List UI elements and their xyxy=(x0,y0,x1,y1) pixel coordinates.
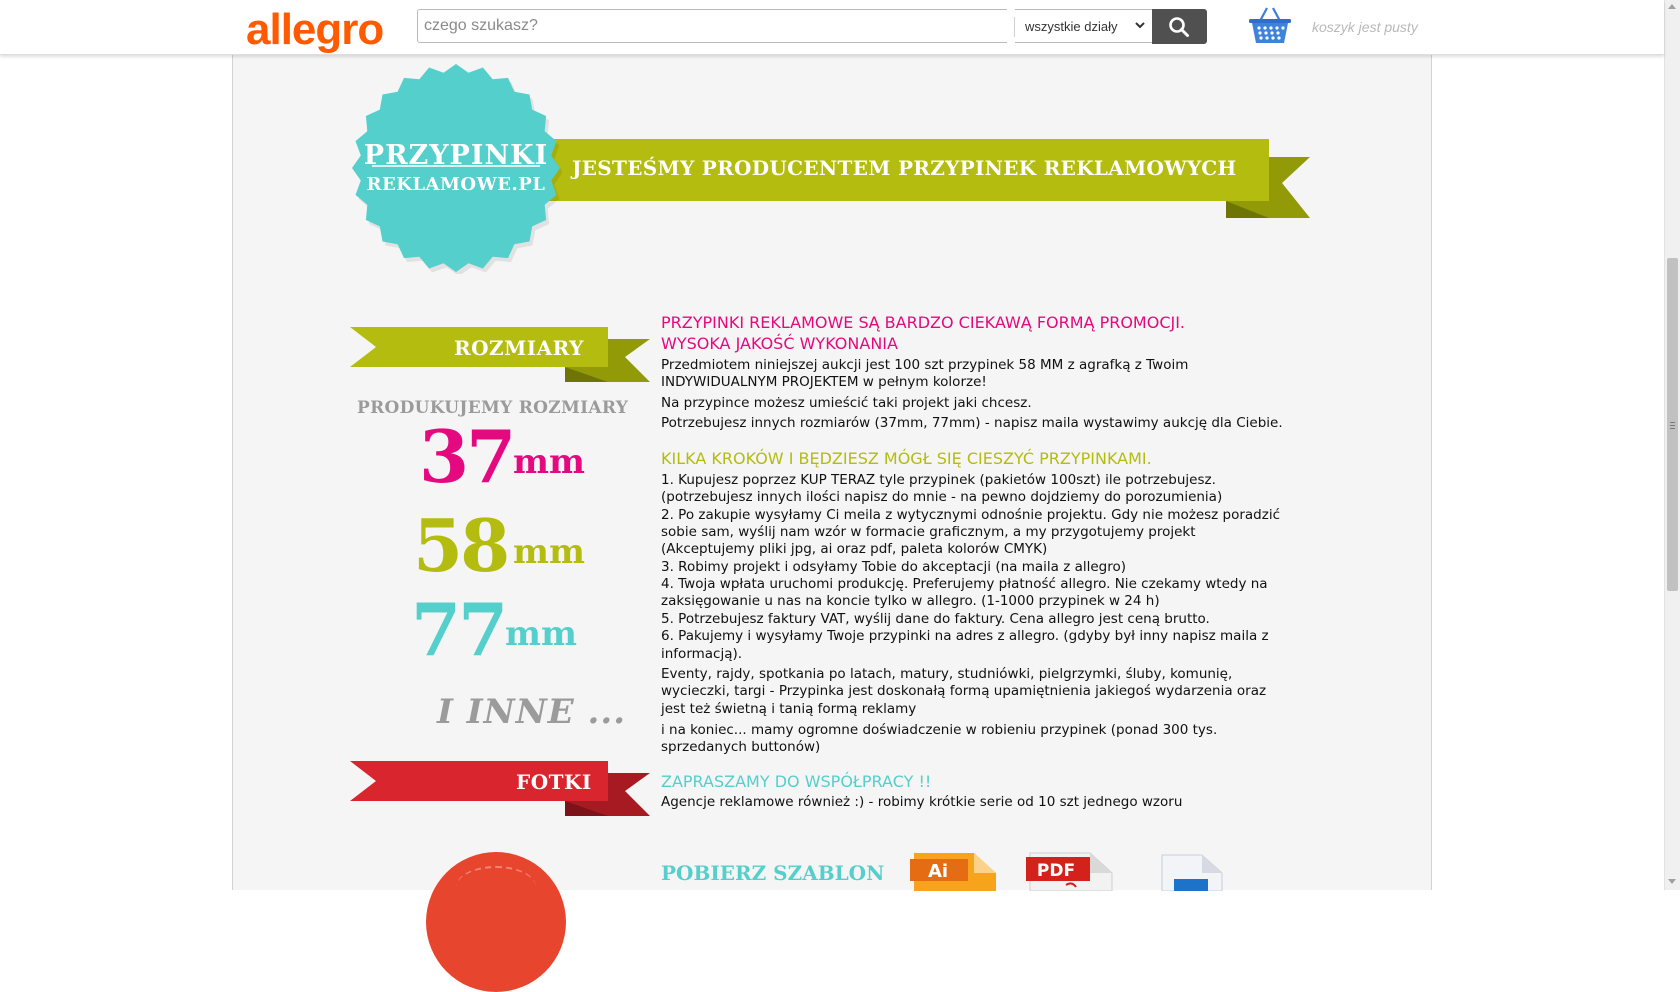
step-line: (potrzebujesz innych ilości napisz do mn… xyxy=(661,489,1223,505)
size-value-77: 77 xyxy=(411,587,508,672)
step-line: 4. Twoja wpłata uruchomi produkcję. Pref… xyxy=(661,576,1268,592)
experience-line: i na koniec... mamy ogromne doświadczeni… xyxy=(661,722,1218,738)
banner-slogan: JESTEŚMY PRODUCENTEM PRZYPINEK REKLAMOWY… xyxy=(572,156,1237,180)
scroll-up-arrow-icon[interactable] xyxy=(1668,4,1676,9)
seal-subtitle: REKLAMOWE.PL xyxy=(366,174,546,195)
download-template-title: POBIERZ SZABLON xyxy=(661,861,885,885)
pdf-file-label: PDF xyxy=(1037,861,1075,881)
cooperation-heading: ZAPRASZAMY DO WSPÓŁPRACY !! xyxy=(661,772,932,791)
size-value-37: 37 xyxy=(419,414,516,499)
search-button[interactable] xyxy=(1152,9,1207,44)
category-select-label: wszystkie działy xyxy=(1025,19,1118,34)
allegro-logo[interactable]: allegro xyxy=(246,6,384,54)
promo-heading-line1: PRZYPINKI REKLAMOWE SĄ BARDZO CIEKAWĄ FO… xyxy=(661,313,1186,332)
steps-heading: KILKA KROKÓW I BĘDZIESZ MÓGŁ SIĘ CIESZYĆ… xyxy=(661,449,1152,468)
ai-file-icon[interactable]: Ai xyxy=(910,851,1000,891)
sizes-more: I INNE ... xyxy=(437,692,627,732)
step-line: (Akceptujemy pliki jpg, ai oraz pdf, pal… xyxy=(661,541,1048,557)
ai-file-label: Ai xyxy=(928,861,948,882)
sizes-ribbon-label: ROZMIARY xyxy=(454,336,584,360)
events-line: Eventy, rajdy, spotkania po latach, matu… xyxy=(661,666,1233,682)
category-select[interactable]: wszystkie działy xyxy=(1015,9,1152,43)
step-line: 5. Potrzebujesz faktury VAT, wyślij dane… xyxy=(661,611,1210,627)
scrollbar-grip-icon xyxy=(1670,422,1675,423)
photo-badge[interactable] xyxy=(426,852,566,992)
size-unit-58: mm xyxy=(513,532,585,572)
step-line: zaksięgowanie u nas na koncie tylko w al… xyxy=(661,593,1160,609)
scroll-down-arrow-icon[interactable] xyxy=(1668,879,1676,884)
size-unit-37: mm xyxy=(513,442,585,482)
experience-line: sprzedanych buttonów) xyxy=(661,739,821,755)
step-line: informacją). xyxy=(661,646,743,662)
basket-icon[interactable] xyxy=(1247,4,1293,46)
agencies-line: Agencje reklamowe również :) - robimy kr… xyxy=(661,794,1183,810)
intro-line: Przedmiotem niniejszej aukcji jest 100 s… xyxy=(661,357,1189,373)
step-line: 1. Kupujesz poprzez KUP TERAZ tyle przyp… xyxy=(661,472,1216,488)
scrollbar-thumb[interactable] xyxy=(1667,258,1678,591)
search-input[interactable] xyxy=(424,10,1014,42)
events-line: jest też świetną i tanią formą reklamy xyxy=(661,701,917,717)
size-value-58: 58 xyxy=(413,503,510,588)
photos-ribbon-label: FOTKI xyxy=(516,770,592,794)
search-box xyxy=(417,9,1014,43)
psd-file-icon[interactable] xyxy=(1160,853,1230,891)
intro-line: Potrzebujesz innych rozmiarów (37mm, 77m… xyxy=(661,415,1283,431)
top-bar: allegro wszystkie działy koszyk jest pus… xyxy=(0,0,1664,55)
size-unit-77: mm xyxy=(505,614,577,654)
basket-status[interactable]: koszyk jest pusty xyxy=(1312,19,1418,35)
step-line: sobie sam, wyślij nam wzór w formacie gr… xyxy=(661,524,1196,540)
vertical-scrollbar[interactable] xyxy=(1664,0,1680,890)
intro-line: INDYWIDUALNYM PROJEKTEM w pełnym kolorze… xyxy=(661,374,987,390)
pdf-file-icon[interactable]: PDF xyxy=(1026,851,1116,891)
promo-heading-line2: WYSOKA JAKOŚĆ WYKONANIA xyxy=(661,334,898,353)
events-line: wycieczki, targi - Przypinka jest doskon… xyxy=(661,683,1267,699)
chevron-down-icon xyxy=(1135,22,1145,29)
step-line: 2. Po zakupie wysyłamy Ci meila z wytycz… xyxy=(661,507,1281,523)
step-line: 6. Pakujemy i wysyłamy Twoje przypinki n… xyxy=(661,628,1269,644)
photos-ribbon xyxy=(350,761,650,816)
intro-line: Na przypince możesz umieścić taki projek… xyxy=(661,395,1032,411)
search-icon xyxy=(1169,17,1189,37)
step-line: 3. Robimy projekt i odsyłamy Tobie do ak… xyxy=(661,559,1127,575)
seal-title: PRZYPINKI xyxy=(363,140,549,171)
